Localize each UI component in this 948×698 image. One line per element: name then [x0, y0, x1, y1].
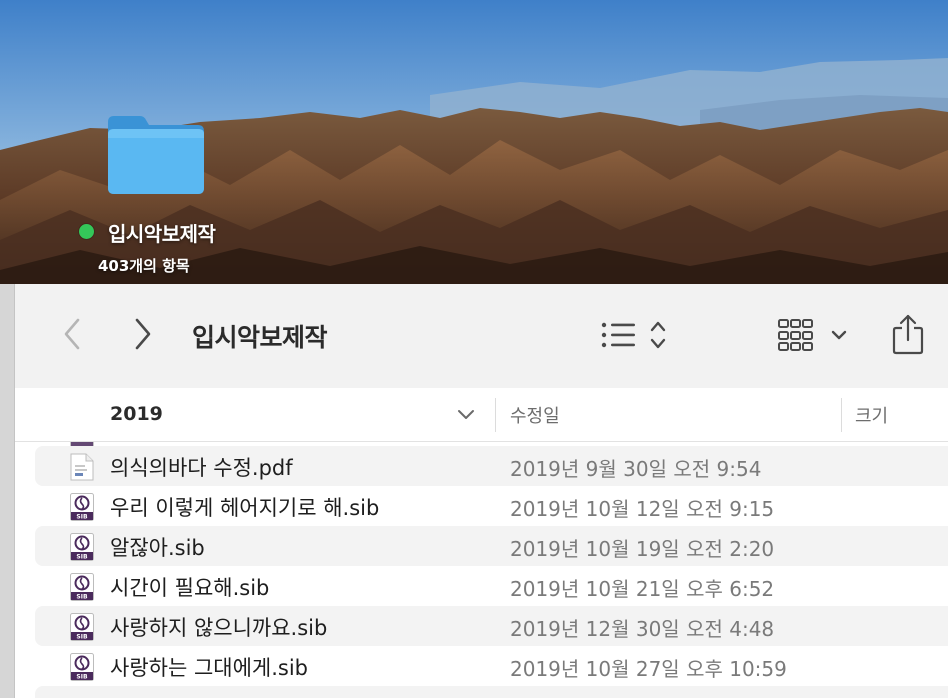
column-header: 2019 수정일 크기: [15, 388, 948, 442]
column-divider[interactable]: [841, 398, 842, 432]
sibelius-file-icon: SIB: [70, 653, 94, 685]
file-date: 2019년 10월 21일 오후 6:52: [510, 577, 775, 601]
svg-text:SIB: SIB: [76, 554, 88, 561]
finder-toolbar: 입시악보제작: [15, 284, 948, 389]
desktop-folder-icon[interactable]: [106, 112, 206, 196]
file-name: 사랑하지 않으니까요.sib: [110, 616, 328, 640]
file-date: 2019년 10월 19일 오전 2:20: [510, 537, 775, 561]
file-list: 의식의바다 수정.pdf 2019년 9월 30일 오전 9:54 SIB 우리…: [15, 442, 948, 698]
group-button[interactable]: [777, 318, 853, 352]
list-view-icon: [601, 321, 666, 349]
file-date: 2019년 10월 12일 오전 9:15: [510, 497, 775, 521]
desktop-folder-item-count: 403개의 항목: [98, 257, 190, 275]
column-header-size[interactable]: 크기: [855, 402, 888, 428]
svg-text:SIB: SIB: [76, 514, 88, 521]
finder-window: 입시악보제작 2019 수정일 크기 의식의바다 수정.pdf 2019년 9월…: [15, 284, 948, 698]
list-item[interactable]: [35, 686, 948, 698]
view-options-button[interactable]: [600, 318, 672, 352]
file-name: 의식의바다 수정.pdf: [110, 456, 293, 480]
window-title: 입시악보제작: [192, 323, 328, 352]
list-item[interactable]: SIB 우리 이렇게 헤어지기로 해.sib 2019년 10월 12일 오전 …: [35, 486, 948, 526]
file-date: 2019년 9월 30일 오전 9:54: [510, 457, 762, 481]
list-item[interactable]: SIB 사랑하는 그대에게.sib 2019년 10월 27일 오후 10:59: [35, 646, 948, 686]
column-header-date[interactable]: 수정일: [510, 402, 560, 428]
column-header-name-group[interactable]: 2019: [110, 403, 163, 425]
file-date: 2019년 10월 27일 오후 10:59: [510, 657, 787, 681]
icon-grid-view-icon: [778, 319, 847, 351]
sibelius-file-icon: SIB: [70, 613, 94, 645]
list-item[interactable]: 의식의바다 수정.pdf 2019년 9월 30일 오전 9:54: [35, 446, 948, 486]
file-name: 시간이 필요해.sib: [110, 576, 270, 600]
chevron-right-icon: [135, 318, 151, 350]
forward-button[interactable]: [128, 316, 158, 352]
column-divider[interactable]: [495, 398, 496, 432]
chevron-down-icon[interactable]: [457, 406, 475, 425]
share-icon: [892, 314, 924, 355]
desktop-folder-name[interactable]: 입시악보제작: [108, 218, 216, 247]
svg-text:SIB: SIB: [76, 594, 88, 601]
sibelius-file-icon: SIB: [70, 493, 94, 525]
chevron-left-icon: [64, 318, 80, 350]
sibelius-file-icon: SIB: [70, 573, 94, 605]
sibelius-file-icon: SIB: [70, 533, 94, 565]
pdf-file-icon: [70, 453, 94, 485]
file-name: 알잖아.sib: [110, 536, 205, 560]
list-item[interactable]: SIB 시간이 필요해.sib 2019년 10월 21일 오후 6:52: [35, 566, 948, 606]
file-date: 2019년 12월 30일 오전 4:48: [510, 617, 775, 641]
list-item[interactable]: SIB 알잖아.sib 2019년 10월 19일 오전 2:20: [35, 526, 948, 566]
share-button[interactable]: [891, 312, 925, 356]
green-tag-dot: [79, 224, 94, 239]
list-item[interactable]: SIB 사랑하지 않으니까요.sib 2019년 12월 30일 오전 4:48: [35, 606, 948, 646]
back-button[interactable]: [57, 316, 87, 352]
file-name: 우리 이렇게 헤어지기로 해.sib: [110, 496, 380, 520]
file-name: 사랑하는 그대에게.sib: [110, 656, 309, 680]
svg-text:SIB: SIB: [76, 674, 88, 681]
svg-text:SIB: SIB: [76, 634, 88, 641]
background-window-edge: [0, 284, 15, 698]
